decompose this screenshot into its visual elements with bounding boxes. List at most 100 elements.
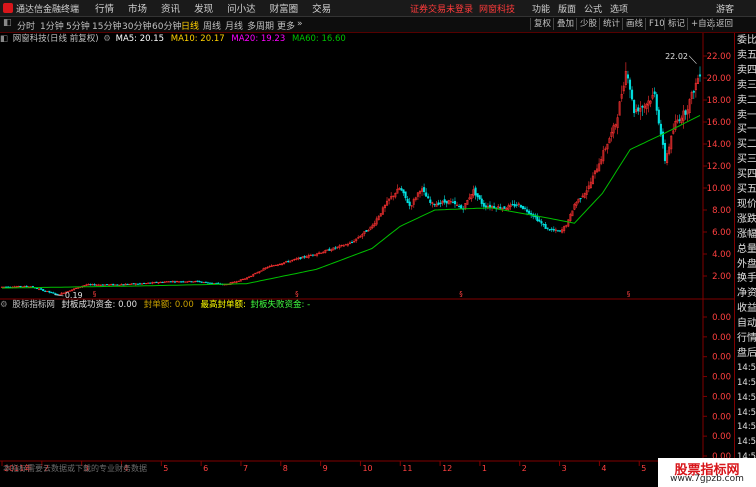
button-add-watchlist[interactable]: +自选 <box>687 18 715 30</box>
menu-news[interactable]: 资讯 <box>161 1 180 15</box>
quote-panel-item[interactable]: 14:50 <box>737 407 756 420</box>
candle-body <box>488 204 492 208</box>
month-label: 6 <box>203 464 208 473</box>
menu-market[interactable]: 市场 <box>128 1 147 15</box>
candle-body <box>433 203 436 206</box>
tab-15min[interactable]: 15分钟 <box>92 19 121 32</box>
candle-body <box>445 200 448 204</box>
price-tick-label: 22.00 <box>707 52 731 62</box>
candle-body <box>217 282 220 284</box>
candle-body <box>161 281 164 283</box>
indicator-name: 股标指标网 <box>12 300 55 310</box>
quote-panel-item[interactable]: 行情 <box>737 332 756 345</box>
candle-body <box>25 285 28 287</box>
watermark-logo: 股票指标网 www.7gpzb.com <box>658 458 756 487</box>
indicator-tick-label: 0.00 <box>712 412 731 422</box>
tab-weekly[interactable]: 周线 <box>203 19 221 32</box>
quote-panel-item: 买三 <box>737 154 756 166</box>
menu-layout[interactable]: 版面 <box>558 2 576 15</box>
candle-body <box>54 293 57 295</box>
tab-60min[interactable]: 60分钟 <box>152 19 181 32</box>
candle-body <box>206 282 209 284</box>
candle-body <box>42 289 45 292</box>
event-marker: § <box>93 290 97 298</box>
candle-body <box>458 205 461 207</box>
candle-body <box>143 282 146 285</box>
button-draw[interactable]: 画线 <box>622 18 643 30</box>
quote-panel-item[interactable]: 盘后 <box>737 347 756 360</box>
button-adjust[interactable]: 复权 <box>530 18 551 30</box>
quote-panel-item[interactable]: 14:50 <box>737 377 756 390</box>
month-label: 3 <box>562 464 567 473</box>
candle-body <box>692 90 695 93</box>
menu-ask[interactable]: 问小达 <box>227 1 256 15</box>
tab-5min[interactable]: 5分钟 <box>66 19 90 32</box>
candle-body <box>178 281 181 283</box>
candle-body <box>180 281 183 283</box>
button-f10[interactable]: F10 <box>645 18 665 30</box>
price-tick-label: 6.00 <box>712 228 731 238</box>
button-back[interactable]: 返回 <box>712 18 733 30</box>
quote-panel-item: 涨幅 <box>737 228 756 240</box>
menu-function[interactable]: 功能 <box>532 2 550 15</box>
tab-timeshare[interactable]: 分时 <box>17 19 35 32</box>
tab-1min[interactable]: 1分钟 <box>40 19 64 32</box>
kline-chart[interactable]: 22.0020.0018.0016.0014.0012.0010.008.006… <box>0 33 734 473</box>
indicator-field-3: 最高封单额: <box>200 300 249 310</box>
tab-more[interactable]: 更多 <box>277 19 295 32</box>
quote-panel-item[interactable]: 14:50 <box>737 362 756 375</box>
candle-body <box>493 206 496 209</box>
candle-body <box>58 294 61 296</box>
button-stats[interactable]: 统计 <box>599 18 620 30</box>
candle-body <box>653 91 656 95</box>
quote-panel-item[interactable]: 自动 <box>737 317 756 330</box>
menu-trade[interactable]: 交易 <box>312 1 331 15</box>
menu-formula[interactable]: 公式 <box>584 2 602 15</box>
quote-panel-item[interactable]: 14:50 <box>737 436 756 449</box>
toggle-icon[interactable]: ◧ <box>3 18 12 28</box>
month-label: 8 <box>283 464 288 473</box>
price-tick-label: 8.00 <box>712 206 731 216</box>
month-axis: 2011年23456789101112123456§§§§ <box>1 290 686 473</box>
candle-body <box>480 198 483 204</box>
tab-monthly[interactable]: 月线 <box>225 19 243 32</box>
button-mark[interactable]: 标记 <box>664 18 685 30</box>
bottom-note: 本指标需要云数据或下载的专业财务数据 <box>3 464 147 473</box>
candle-body <box>7 286 10 288</box>
menu-wealth[interactable]: 财富圈 <box>270 1 299 15</box>
quote-panel-item[interactable]: 14:50 <box>737 392 756 405</box>
month-label: 10 <box>362 464 372 473</box>
candle-body <box>655 94 658 111</box>
quote-panel-item[interactable]: 14:50 <box>737 421 756 434</box>
button-overlay[interactable]: 叠加 <box>553 18 574 30</box>
indicator-field-1: 封板成功资金: 0.00 <box>61 300 138 310</box>
price-tick-label: 18.00 <box>707 96 731 106</box>
price-tick-label: 2.00 <box>712 272 731 282</box>
menu-discover[interactable]: 发现 <box>194 1 213 15</box>
candle-body <box>558 230 562 232</box>
tab-multi-period[interactable]: 多周期 <box>247 19 274 32</box>
tab-daily[interactable]: 日线 <box>181 19 199 32</box>
button-few-stocks[interactable]: 少股 <box>576 18 597 30</box>
tab-30min[interactable]: 30分钟 <box>122 19 151 32</box>
quote-panel: 委比 卖五 卖四 卖三 卖二 卖一 买一 买二 买三 买四 买五 现价 涨跌 涨幅 总量 外盘 换手 净资 收益 自动… <box>734 33 756 473</box>
quote-panel-item: 卖二 <box>737 94 756 106</box>
more-chevron-icon[interactable]: » <box>297 19 303 29</box>
month-label: 1 <box>482 464 487 473</box>
candle-body <box>93 284 96 286</box>
menu-options[interactable]: 选项 <box>610 2 628 15</box>
indicator-gear-icon[interactable]: ⚙ <box>0 300 8 310</box>
candle-body <box>48 290 51 293</box>
candle-body <box>548 229 551 231</box>
quote-panel-item: 换手 <box>737 273 756 285</box>
candle-body <box>406 198 409 203</box>
candle-body <box>521 205 524 210</box>
indicator-tick-label: 0.00 <box>712 392 731 402</box>
login-notice[interactable]: 证券交易未登录 网窗科技 <box>410 2 515 15</box>
candle-body <box>439 202 442 204</box>
quote-panel-item: 卖三 <box>737 79 756 91</box>
menu-guest[interactable]: 游客 <box>716 2 734 15</box>
candle-body <box>101 284 104 286</box>
menu-quote[interactable]: 行情 <box>95 1 114 15</box>
candle-body <box>287 260 290 263</box>
